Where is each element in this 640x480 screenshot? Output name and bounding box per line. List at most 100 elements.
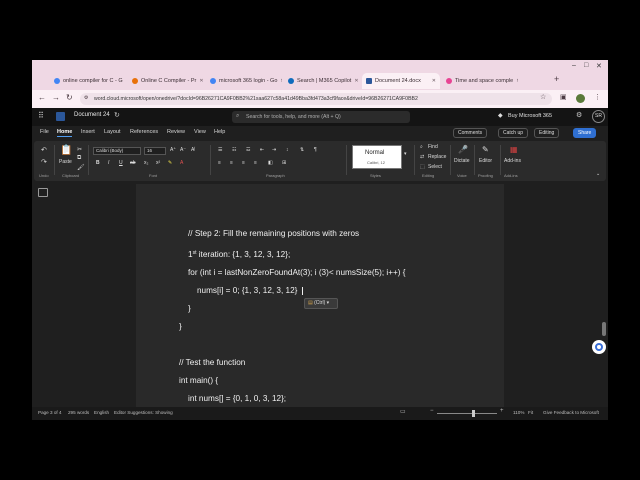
page-count[interactable]: Page 3 of 4 xyxy=(38,410,62,415)
grow-font-icon[interactable]: A⁺ xyxy=(170,147,176,153)
word-count[interactable]: 295 words xyxy=(68,410,89,415)
menu-layout[interactable]: Layout xyxy=(104,129,121,135)
back-icon[interactable]: ← xyxy=(38,93,46,102)
menu-help[interactable]: Help xyxy=(214,129,225,135)
cut-icon[interactable]: ✂ xyxy=(77,146,82,153)
forward-icon[interactable]: → xyxy=(52,93,60,102)
minimize-icon[interactable]: – xyxy=(572,62,576,69)
show-marks-icon[interactable]: ¶ xyxy=(314,147,317,153)
maximize-icon[interactable]: □ xyxy=(584,62,588,69)
extension-icon[interactable]: ▣ xyxy=(560,93,567,101)
highlight-icon[interactable]: ✎ xyxy=(168,160,172,166)
close-tab-icon[interactable]: ✕ xyxy=(432,78,436,84)
format-painter-icon[interactable]: 🖌 xyxy=(77,164,85,171)
paste-options-button[interactable]: ▤ (Ctrl) ▾ xyxy=(304,298,338,309)
buy-microsoft-365-button[interactable]: Buy Microsoft 365 xyxy=(508,113,552,119)
close-window-icon[interactable]: ✕ xyxy=(596,62,602,70)
bookmark-star-icon[interactable]: ☆ xyxy=(540,93,546,101)
paste-button[interactable]: Paste xyxy=(59,159,72,165)
add-ins-button[interactable]: Add-ins xyxy=(504,158,521,164)
bullets-icon[interactable]: ☰ xyxy=(218,147,222,153)
styles-expand-icon[interactable]: ▾ xyxy=(404,151,407,157)
superscript-icon[interactable]: x² xyxy=(156,160,160,166)
replace-icon[interactable]: ⇄ xyxy=(420,154,424,160)
close-tab-icon[interactable]: ✕ xyxy=(354,78,358,84)
zoom-in-icon[interactable]: + xyxy=(500,408,504,414)
avatar[interactable]: SR xyxy=(592,110,605,123)
menu-home[interactable]: Home xyxy=(57,129,73,137)
find-icon[interactable]: ⌕ xyxy=(420,144,423,150)
clear-format-icon[interactable]: A̸ xyxy=(191,147,194,153)
browser-tab[interactable]: online compiler for C - G ✕ xyxy=(50,73,126,89)
borders-icon[interactable]: ⊞ xyxy=(282,160,286,166)
editor-suggestions[interactable]: Editor Suggestions: Showing xyxy=(114,410,173,415)
paste-icon[interactable]: 📋 xyxy=(60,145,72,156)
vertical-scrollbar[interactable] xyxy=(602,322,606,336)
zoom-slider[interactable] xyxy=(437,413,497,414)
menu-file[interactable]: File xyxy=(40,129,49,135)
feedback-link[interactable]: Give Feedback to Microsoft xyxy=(543,410,599,415)
new-tab-button[interactable]: + xyxy=(554,74,559,84)
zoom-level[interactable]: 110% xyxy=(513,410,524,415)
search-box[interactable]: Search for tools, help, and more (Alt + … xyxy=(232,111,410,123)
subscript-icon[interactable]: x₂ xyxy=(144,160,148,166)
replace-button[interactable]: Replace xyxy=(428,154,446,160)
align-left-icon[interactable]: ≡ xyxy=(218,160,221,166)
close-tab-icon[interactable]: ✕ xyxy=(516,78,518,84)
align-right-icon[interactable]: ≡ xyxy=(242,160,245,166)
menu-references[interactable]: References xyxy=(130,129,158,135)
site-info-icon[interactable]: ⚙ xyxy=(84,95,88,101)
decrease-indent-icon[interactable]: ⇤ xyxy=(260,147,264,153)
zoom-out-icon[interactable]: − xyxy=(430,408,434,414)
browser-tab[interactable]: Search | M365 Copilot ✕ xyxy=(284,73,360,89)
redo-icon[interactable]: ↷ xyxy=(41,158,47,166)
settings-gear-icon[interactable]: ⚙ xyxy=(576,111,582,119)
editor-button[interactable]: Editor xyxy=(479,158,492,164)
url-field[interactable]: word.cloud.microsoft/open/onedrive/?docI… xyxy=(80,93,552,105)
justify-icon[interactable]: ≡ xyxy=(254,160,257,166)
numbering-icon[interactable]: ☷ xyxy=(232,147,236,153)
menu-kebab-icon[interactable]: ⋮ xyxy=(594,93,601,101)
fit-button[interactable]: Fit xyxy=(528,410,533,415)
font-name-select[interactable]: Calibri (Body) xyxy=(93,147,141,155)
menu-review[interactable]: Review xyxy=(167,129,185,135)
editor-icon[interactable]: ✎ xyxy=(482,145,489,154)
browser-tab[interactable]: Time and space comple ✕ xyxy=(442,73,518,89)
align-center-icon[interactable]: ≡ xyxy=(230,160,233,166)
font-color-icon[interactable]: A xyxy=(180,160,183,166)
select-icon[interactable]: ⬚ xyxy=(420,164,425,170)
dictate-button[interactable]: Dictate xyxy=(454,158,470,164)
sort-icon[interactable]: ⇅ xyxy=(300,147,304,153)
reload-icon[interactable]: ↻ xyxy=(66,93,73,102)
menu-insert[interactable]: Insert xyxy=(81,129,95,135)
app-launcher-icon[interactable]: ⠿ xyxy=(38,111,44,120)
browser-tab[interactable]: Online C Compiler - Pr ✕ xyxy=(128,73,204,89)
catch-up-button[interactable]: Catch up xyxy=(498,128,529,138)
add-ins-icon[interactable]: ▦ xyxy=(510,145,518,154)
close-tab-icon[interactable]: ✕ xyxy=(199,78,203,84)
multilevel-list-icon[interactable]: ☲ xyxy=(246,147,250,153)
zoom-slider-thumb[interactable] xyxy=(472,410,475,417)
styles-gallery[interactable]: Normal Calibri, 12 xyxy=(352,145,402,169)
shading-icon[interactable]: ◧ xyxy=(268,160,273,166)
share-button[interactable]: Share xyxy=(573,128,597,138)
editing-mode-button[interactable]: Editing xyxy=(534,128,560,138)
shrink-font-icon[interactable]: A⁻ xyxy=(180,147,186,153)
select-button[interactable]: Select xyxy=(428,164,442,170)
increase-indent-icon[interactable]: ⇥ xyxy=(272,147,276,153)
line-spacing-icon[interactable]: ↕ xyxy=(286,147,289,153)
document-title[interactable]: Document 24 xyxy=(74,112,110,118)
find-button[interactable]: Find xyxy=(428,144,438,150)
ribbon-collapse-icon[interactable]: ⌄ xyxy=(596,171,600,177)
menu-view[interactable]: View xyxy=(194,129,206,135)
comments-button[interactable]: Comments xyxy=(453,128,488,138)
undo-icon[interactable]: ↶ xyxy=(41,146,47,154)
copilot-button[interactable] xyxy=(592,340,606,354)
language[interactable]: English xyxy=(94,410,109,415)
font-size-select[interactable]: 16 xyxy=(144,147,166,155)
browser-tab[interactable]: microsoft 365 login - Go ✕ xyxy=(206,73,282,89)
profile-icon[interactable] xyxy=(576,94,585,103)
strikethrough-icon[interactable]: ab xyxy=(130,160,136,166)
close-tab-icon[interactable]: ✕ xyxy=(280,78,282,84)
copy-icon[interactable]: ⧉ xyxy=(77,155,81,162)
